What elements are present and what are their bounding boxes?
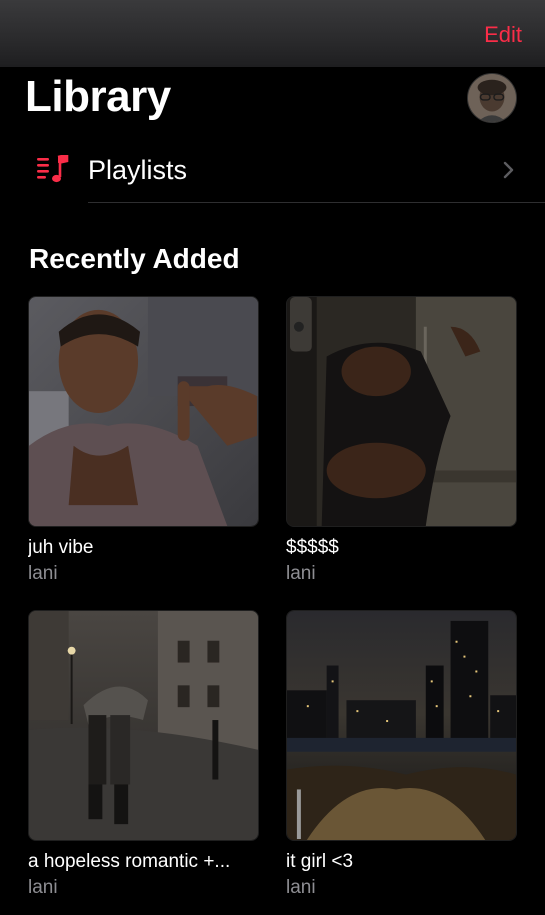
album-title: $$$$$ (286, 537, 339, 558)
album-card[interactable]: a hopeless romantic +... lani (28, 610, 259, 899)
divider (88, 202, 545, 203)
edit-button[interactable]: Edit (484, 22, 522, 48)
album-artist: lani (28, 877, 58, 898)
album-artwork[interactable] (28, 610, 259, 841)
avatar-image (468, 74, 516, 122)
album-artwork-image (29, 611, 258, 840)
album-artist: lani (28, 563, 58, 584)
album-card[interactable]: it girl <3 lani (286, 610, 517, 899)
album-title: a hopeless romantic +... (28, 851, 231, 872)
album-card[interactable]: $$$$$ lani (286, 296, 517, 585)
album-artwork[interactable] (286, 296, 517, 527)
album-title: it girl <3 (286, 851, 354, 872)
playlist-music-icon (37, 155, 69, 183)
playlists-row[interactable]: Playlists (0, 140, 545, 202)
album-artist: lani (286, 877, 316, 898)
album-artwork-image (287, 297, 516, 526)
recently-added-title: Recently Added (29, 243, 240, 274)
album-artwork-image (29, 297, 258, 526)
album-card[interactable]: juh vibe lani (28, 296, 259, 585)
top-bar: Edit (0, 0, 545, 67)
chevron-right-icon (503, 161, 514, 179)
avatar[interactable] (467, 73, 517, 123)
album-artwork-image (287, 611, 516, 840)
album-artwork[interactable] (286, 610, 517, 841)
page-title: Library (25, 72, 171, 121)
album-artwork[interactable] (28, 296, 259, 527)
playlists-label: Playlists (88, 155, 188, 185)
album-title: juh vibe (28, 537, 94, 558)
album-artist: lani (286, 563, 316, 584)
